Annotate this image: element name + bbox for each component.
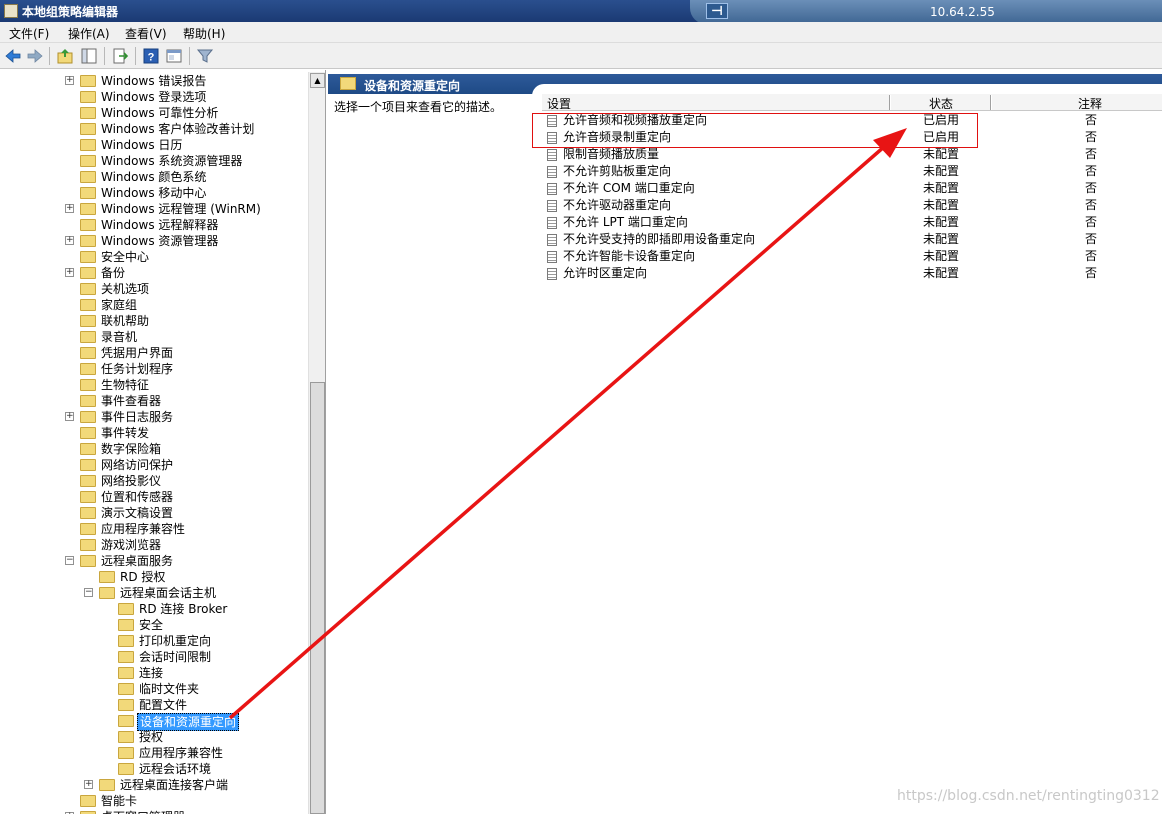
watermark: https://blog.csdn.net/rentingting0312 — [897, 788, 1160, 804]
annotation-arrow — [228, 144, 887, 720]
annotation-overlay — [228, 128, 907, 720]
